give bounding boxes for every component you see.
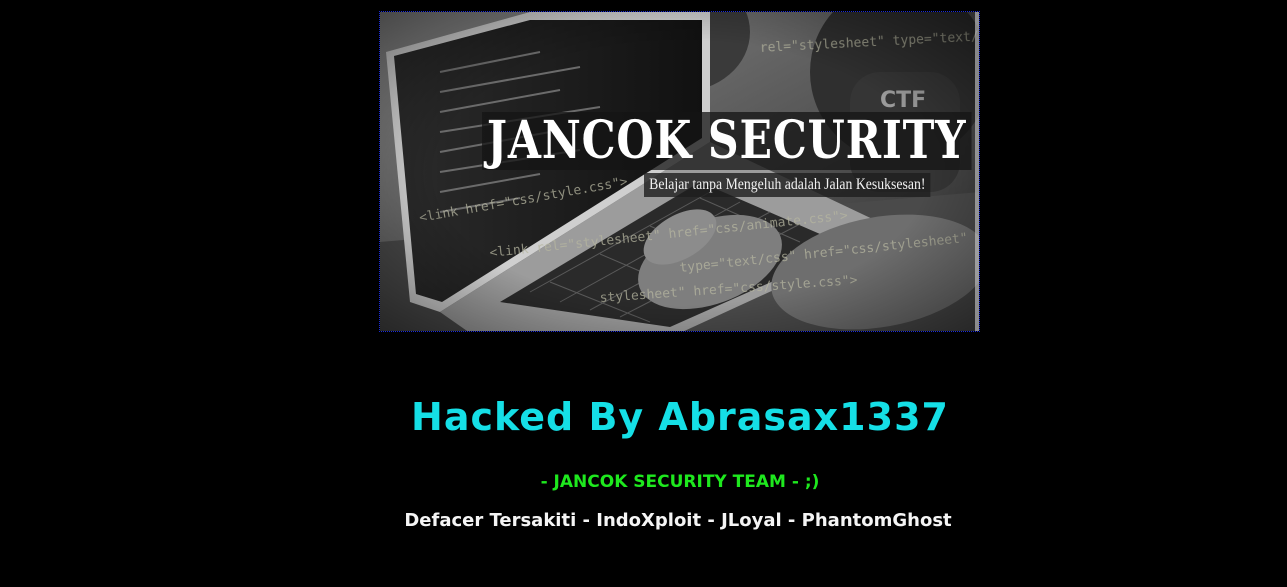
hacked-by-heading: Hacked By Abrasax1337 — [411, 395, 949, 439]
banner-title: JANCOK SECURITY — [482, 112, 972, 170]
banner-tagline: Belajar tanpa Mengeluh adalah Jalan Kesu… — [644, 173, 931, 197]
team-line: - JANCOK SECURITY TEAM - ;) — [540, 472, 820, 492]
banner-image: CTF — [379, 11, 980, 332]
greets-line: Defacer Tersakiti - IndoXploit - JLoyal … — [404, 510, 952, 531]
laptop-hacker-photo: CTF — [380, 12, 979, 331]
defacement-page: CTF — [0, 0, 1287, 587]
